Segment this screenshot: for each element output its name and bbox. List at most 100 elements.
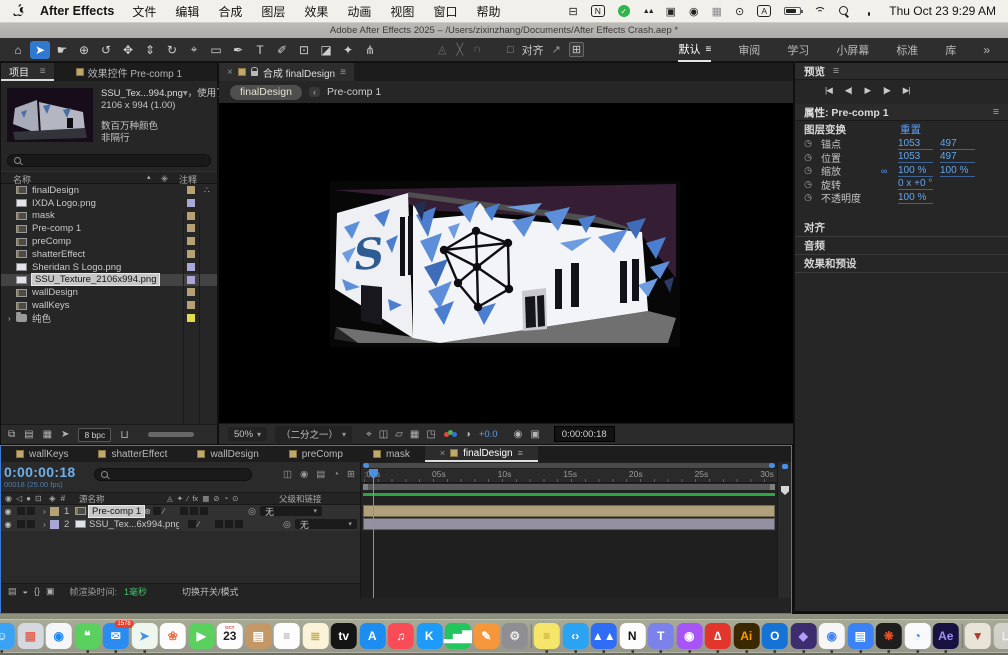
outlook[interactable]: O: [762, 623, 788, 649]
panel-menu-icon[interactable]: ≡: [833, 65, 839, 77]
menubar-menu-item[interactable]: 编辑: [175, 3, 199, 20]
exposure-value[interactable]: +0.0: [479, 429, 498, 440]
trash[interactable]: ⊔: [993, 623, 1008, 649]
first-frame-button[interactable]: |◀: [825, 85, 832, 96]
dock-item[interactable]: [961, 624, 962, 648]
item-label[interactable]: SSU_Texture_2106x994.png: [32, 274, 159, 285]
selection-tool[interactable]: ➤: [30, 41, 50, 59]
show-snapshot-icon[interactable]: ▣: [530, 429, 539, 440]
shy-layers-icon[interactable]: ◉: [300, 469, 308, 480]
tab-project[interactable]: 项目 ≡: [1, 63, 54, 81]
column-parent-link[interactable]: 父级和链接: [273, 493, 322, 505]
frame-blending-icon[interactable]: ▤: [316, 469, 325, 480]
project-item-row[interactable]: › SSU_Texture_2106x994.png ∴: [1, 274, 217, 287]
workspace-tab[interactable]: 审阅≡: [738, 37, 760, 62]
snapping-grid-icon[interactable]: ⊞: [569, 42, 584, 57]
apple-menu-icon[interactable]: [12, 4, 26, 19]
lock-icon[interactable]: [251, 71, 258, 76]
property-value[interactable]: 1053: [898, 138, 933, 150]
music[interactable]: ♫: [388, 623, 414, 649]
project-item-row[interactable]: › mask ∴: [1, 210, 217, 223]
layer-switches[interactable]: ⊛ ∕: [179, 520, 283, 529]
property-value[interactable]: 1053: [898, 151, 933, 163]
project-item-row[interactable]: › wallDesign ∴: [1, 286, 217, 299]
item-label[interactable]: 纯色: [32, 311, 51, 325]
menubar-menu-item[interactable]: 效果: [304, 3, 328, 20]
property-value[interactable]: 497: [940, 138, 975, 150]
label-column-icon[interactable]: ◈: [49, 493, 56, 504]
layer-color-swatch[interactable]: [50, 520, 59, 529]
project-item-row[interactable]: › shatterEffect ∴: [1, 248, 217, 261]
item-label[interactable]: preComp: [32, 236, 71, 247]
title-action-safe-icon[interactable]: ◫: [379, 429, 388, 440]
project-item-row[interactable]: › preComp ∴: [1, 235, 217, 248]
parent-pickwhip-icon[interactable]: ◎: [283, 519, 291, 530]
rotation-tool[interactable]: ↻: [162, 41, 182, 59]
layer-switch-column-icon[interactable]: fx: [192, 494, 198, 503]
workspace-tab[interactable]: 默认≡: [678, 37, 711, 62]
white-blue-app[interactable]: ◔: [904, 623, 930, 649]
mail[interactable]: ✉ 1578: [103, 623, 129, 649]
layer-expander-icon[interactable]: ›: [39, 507, 50, 516]
display-mirroring-icon[interactable]: ▦: [712, 5, 722, 18]
pages[interactable]: ✎: [473, 623, 499, 649]
dock-item[interactable]: [530, 624, 531, 648]
timeline-tab[interactable]: × wallKeys ≡: [1, 446, 83, 462]
layer-switches[interactable]: ⊛ ∕: [144, 507, 248, 516]
stopwatch-icon[interactable]: ◷: [795, 192, 821, 203]
teams[interactable]: T: [648, 623, 674, 649]
playhead-line[interactable]: [373, 469, 374, 598]
contacts[interactable]: ▤: [245, 623, 271, 649]
messages[interactable]: ❝: [74, 623, 100, 649]
channel-rgb-icon[interactable]: [444, 430, 457, 439]
time-ruler[interactable]: :00s05s10s15s20s25s30s: [361, 469, 777, 483]
keynote[interactable]: K: [416, 623, 442, 649]
region-of-interest-icon[interactable]: ◳: [426, 429, 435, 440]
acrobat[interactable]: ∆: [705, 623, 731, 649]
app-store[interactable]: A: [359, 623, 385, 649]
expand-inout-icon[interactable]: {}: [34, 586, 40, 597]
control-center-icon[interactable]: [862, 6, 875, 16]
label-color-swatch[interactable]: [187, 263, 195, 271]
workspace-tab[interactable]: 标准≡: [896, 37, 918, 62]
project-item-row[interactable]: › 纯色 ∴: [1, 312, 217, 325]
hand-tool[interactable]: ☛: [52, 41, 72, 59]
stopwatch-icon[interactable]: ◷: [795, 179, 821, 190]
system-settings[interactable]: ⚙: [502, 623, 528, 649]
item-label[interactable]: mask: [32, 210, 55, 221]
workspace-extra-icon-2[interactable]: ╳: [456, 43, 463, 56]
project-item-row[interactable]: › IXDA Logo.png ∴: [1, 197, 217, 210]
collapsed-section-header[interactable]: 效果和预设: [795, 255, 1008, 273]
stopwatch-icon[interactable]: ◷: [795, 138, 821, 149]
item-label[interactable]: wallDesign: [32, 287, 78, 298]
menubar-menu-item[interactable]: 文件: [132, 3, 156, 20]
label-color-swatch[interactable]: [187, 314, 195, 322]
composition-viewport[interactable]: S: [219, 103, 793, 423]
lock-column-icon[interactable]: ⊡: [35, 494, 42, 503]
facetime[interactable]: ▶: [188, 623, 214, 649]
layer-duration-bar-2[interactable]: [363, 518, 775, 530]
input-source-icon[interactable]: A: [757, 5, 771, 17]
active-app-name[interactable]: After Effects: [40, 4, 114, 18]
window-titlebar[interactable]: Adobe After Effects 2025 – /Users/zixinz…: [0, 23, 1008, 38]
orbit-camera-tool[interactable]: ↺: [96, 41, 116, 59]
item-label[interactable]: wallKeys: [32, 300, 70, 311]
creative-cloud-icon[interactable]: ◉: [689, 5, 699, 18]
item-label[interactable]: finalDesign: [32, 185, 79, 196]
menubar-menu-item[interactable]: 动画: [347, 3, 371, 20]
label-column-icon[interactable]: ◈: [161, 173, 168, 184]
panel-menu-icon[interactable]: ≡: [993, 106, 999, 118]
navigator-end-handle[interactable]: [782, 464, 788, 469]
layer-switch-column-icon[interactable]: ▦: [202, 494, 209, 503]
podcasts[interactable]: ◉: [676, 623, 702, 649]
puppet-pin-tool[interactable]: ⋔: [360, 41, 380, 59]
collapsed-section-header[interactable]: 音频: [795, 237, 1008, 255]
workspace-overflow-icon[interactable]: »: [983, 43, 990, 57]
eraser-tool[interactable]: ◪: [316, 41, 336, 59]
choose-view-layout-icon[interactable]: ⌖: [366, 429, 372, 440]
window-manager-icon[interactable]: ⊟: [569, 5, 578, 18]
label-color-swatch[interactable]: [187, 288, 195, 296]
screen-record-icon[interactable]: ⊙: [735, 5, 744, 18]
transform-section-label[interactable]: 图层变换: [804, 122, 846, 137]
item-label[interactable]: Pre-comp 1: [32, 223, 81, 234]
